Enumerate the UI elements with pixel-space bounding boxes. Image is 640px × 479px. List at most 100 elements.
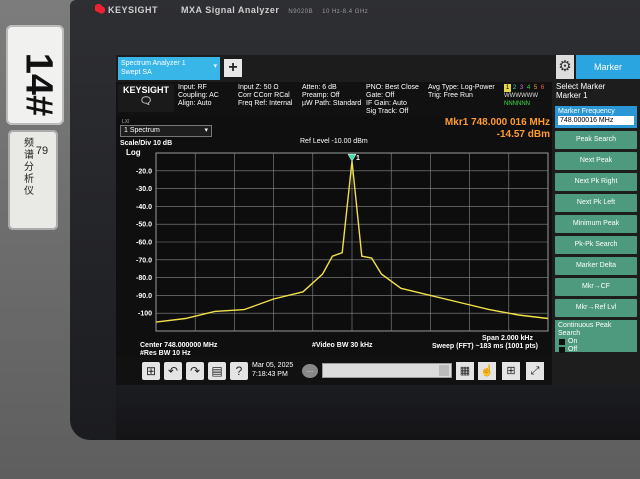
taskbar: ⊞ ↶ ↷ ▤ ? Mar 05, 2025 7:18:43 PM … ▦ ☝ … (116, 357, 552, 385)
keysight-wave-icon (95, 4, 105, 14)
add-screen-button[interactable]: + (224, 59, 242, 77)
marker-1-label: 1 (356, 155, 360, 162)
peak-search-button[interactable]: Peak Search (555, 131, 637, 149)
impedance-settings[interactable]: Input Z: 50 Ω Corr CCorr RCal Freq Ref: … (238, 84, 292, 108)
align-setting: Align: Auto (178, 100, 212, 107)
trigger-setting: Trig: Free Run (428, 92, 473, 99)
file-icon[interactable]: ▤ (208, 362, 226, 380)
y-tick-label: -30.0 (136, 186, 152, 193)
chevron-down-icon: ▾ (204, 127, 208, 134)
off-option[interactable]: Off (558, 346, 634, 354)
scale-label: Scale/Div 10 dB (120, 140, 173, 147)
trace-indicator[interactable]: 123456 WWWWWW NNNNNN (504, 84, 552, 108)
next-peak-left-button[interactable]: Next Pk Left (555, 194, 637, 212)
y-tick-label: -70.0 (136, 257, 152, 264)
pno-settings[interactable]: PNO: Best Close Gate: Off IF Gain: Auto … (366, 84, 419, 116)
trace-1-number: 1 (504, 84, 511, 92)
logo-text: KEYSIGHT (122, 85, 169, 95)
fullscreen-icon[interactable]: ⤢ (526, 362, 544, 380)
if-gain-setting: IF Gain: Auto (366, 100, 407, 107)
marker-readout-amp: -14.57 dBm (496, 129, 550, 140)
device-frame: 14# 频谱分析仪 79 KEYSIGHT MXA Signal Analyze… (0, 0, 640, 479)
y-tick-label: -80.0 (136, 275, 152, 282)
message-bar[interactable] (322, 363, 452, 378)
preamp-setting: Preamp: Off (302, 92, 340, 99)
top-tab-bar: Spectrum Analyzer 1 Swept SA ▾ + ⚙ Marke… (116, 55, 640, 82)
spectrum-view: LXI 1 Spectrum ▾ Mkr1 748.000 016 MHz -1… (116, 117, 552, 357)
on-option[interactable]: On (558, 338, 634, 346)
ref-level-label: Ref Level -10.00 dBm (300, 138, 368, 145)
redo-icon[interactable]: ↷ (186, 362, 204, 380)
message-icon[interactable]: … (302, 364, 318, 378)
y-tick-label: -100 (138, 311, 152, 318)
marker-frequency-label: Marker Frequency (558, 108, 615, 115)
windows-icon[interactable]: ⊞ (142, 362, 160, 380)
trace-4-number: 4 (526, 85, 531, 91)
asset-number: 14# (17, 52, 60, 117)
next-peak-button[interactable]: Next Peak (555, 152, 637, 170)
corr-setting: Corr CCorr RCal (238, 92, 290, 99)
select-marker-value: Marker 1 (556, 91, 588, 100)
marker-readout: Mkr1 748.000 016 MHz -14.57 dBm (434, 117, 550, 141)
trace-5-number: 5 (533, 85, 538, 91)
tab-subtitle: Swept SA (121, 69, 152, 76)
atten-setting: Atten: 6 dB (302, 84, 337, 91)
gate-setting: Gate: Off (366, 92, 395, 99)
lower-bezel (116, 385, 640, 440)
message-icon: 🗨 (139, 96, 153, 107)
brand-strip: KEYSIGHT MXA Signal Analyzer N9020B 10 H… (95, 4, 368, 15)
avg-settings[interactable]: Avg Type: Log-Power Trig: Free Run (428, 84, 495, 100)
time-text: 7:18:43 PM (252, 371, 288, 378)
model-number: N9020B (288, 9, 314, 15)
marker-frequency-value: 748.000016 MHz (558, 116, 634, 125)
layout-icon[interactable]: ▦ (456, 362, 474, 380)
continuous-peak-search-toggle[interactable]: Continuous Peak Search On Off (555, 320, 637, 354)
trace-2-number: 2 (512, 85, 517, 91)
atten-settings[interactable]: Atten: 6 dB Preamp: Off µW Path: Standar… (302, 84, 361, 108)
y-tick-label: -50.0 (136, 222, 152, 229)
analyzer-screen: Spectrum Analyzer 1 Swept SA ▾ + ⚙ Marke… (116, 55, 640, 385)
keysight-logo[interactable]: KEYSIGHT 🗨 (118, 84, 174, 112)
undo-icon[interactable]: ↶ (164, 362, 182, 380)
trace-type-row: WWWWWW (504, 93, 538, 99)
avg-type-setting: Avg Type: Log-Power (428, 84, 495, 91)
marker-softkey-panel: Select Marker Marker 1 Marker Frequency … (552, 79, 640, 385)
minimum-peak-button[interactable]: Minimum Peak (555, 215, 637, 233)
uw-path-setting: µW Path: Standard (302, 100, 362, 107)
continuous-peak-search-label: Continuous Peak Search (558, 322, 612, 337)
pk-pk-search-button[interactable]: Pk-Pk Search (555, 236, 637, 254)
trace-3-number: 3 (519, 85, 524, 91)
multi-view-icon[interactable]: ⊞ (502, 362, 520, 380)
view-select-value: 1 Spectrum (124, 127, 160, 134)
sig-track-setting: Sig Track: Off (366, 108, 409, 115)
pno-setting: PNO: Best Close (366, 84, 419, 91)
view-select[interactable]: 1 Spectrum ▾ (120, 125, 212, 137)
mkr-to-ref-lvl-button[interactable]: Mkr→Ref Lvl (555, 299, 637, 317)
select-marker-label: Select Marker (556, 82, 606, 91)
span-label: Span 2.000 kHz (482, 335, 533, 342)
input-settings[interactable]: Input: RF Coupling: AC Align: Auto (178, 84, 219, 108)
marker-frequency-field[interactable]: Marker Frequency 748.000016 MHz (555, 106, 637, 128)
tab-marker[interactable]: Marker (576, 55, 640, 79)
select-marker-softkey[interactable]: Select Marker Marker 1 (552, 79, 640, 103)
y-tick-label: -90.0 (136, 293, 152, 300)
input-setting: Input: RF (178, 84, 207, 91)
help-button[interactable]: ? (230, 362, 248, 380)
freq-ref-setting: Freq Ref: Internal (238, 100, 293, 107)
touch-icon[interactable]: ☝ (478, 362, 496, 380)
next-peak-right-button[interactable]: Next Pk Right (555, 173, 637, 191)
video-bw-label: #Video BW 30 kHz (312, 342, 373, 349)
model-name: MXA Signal Analyzer (181, 5, 280, 15)
freq-range: 10 Hz-8.4 GHz (322, 9, 369, 15)
instrument-id-number: 79 (35, 145, 49, 157)
marker-delta-button[interactable]: Marker Delta (555, 257, 637, 275)
tab-spectrum-analyzer[interactable]: Spectrum Analyzer 1 Swept SA ▾ (118, 57, 220, 80)
marker-readout-freq: Mkr1 748.000 016 MHz (444, 117, 550, 128)
sweep-label: Sweep (FFT) ~183 ms (1001 pts) (432, 343, 539, 350)
res-bw-label: #Res BW 10 Hz (140, 350, 191, 357)
chevron-down-icon: ▾ (213, 63, 217, 70)
mkr-to-cf-button[interactable]: Mkr→CF (555, 278, 637, 296)
spectrum-plot[interactable]: -20.0 -30.0 -40.0 -50.0 -60.0 -70.0 -80.0 -90.0… (116, 147, 552, 335)
gear-icon[interactable]: ⚙ (556, 55, 574, 79)
y-tick-label: -60.0 (136, 240, 152, 247)
